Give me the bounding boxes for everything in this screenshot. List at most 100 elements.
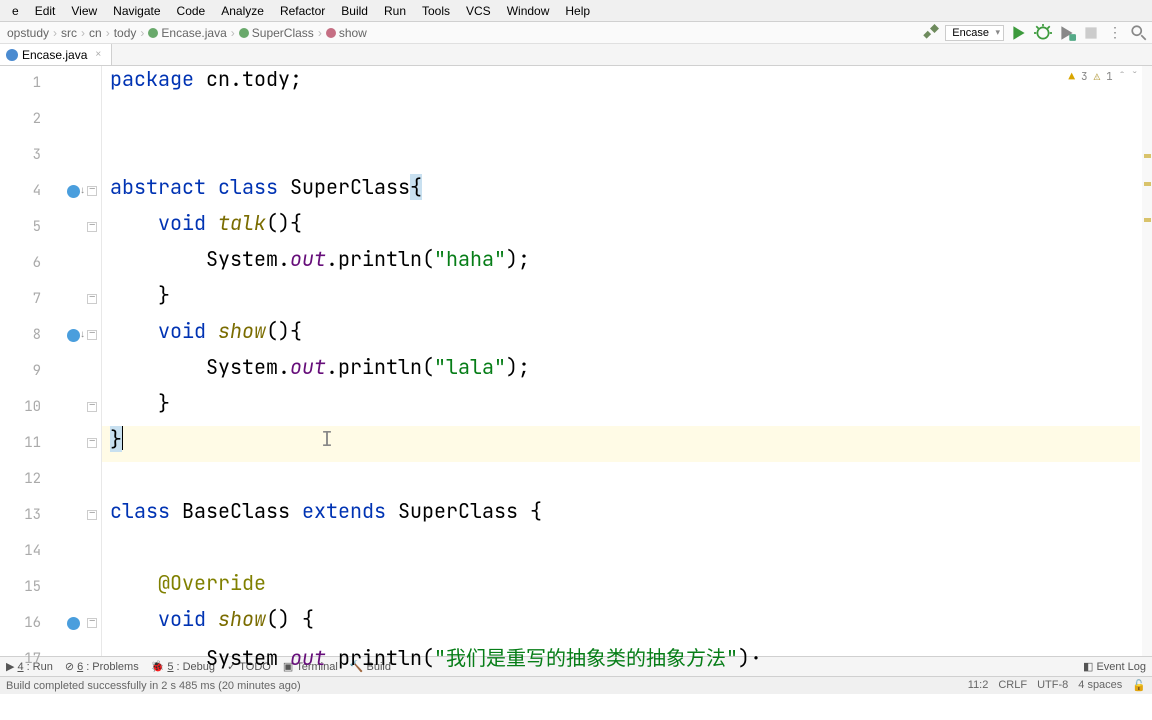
crumb-tody[interactable]: tody [111,26,140,40]
gutter-line[interactable]: 4 [0,174,101,210]
inspection-widget[interactable]: ▲3 ⚠1 ˆ ˇ [1068,70,1138,84]
menu-build[interactable]: Build [333,2,376,20]
status-message: Build completed successfully in 2 s 485 … [6,680,301,692]
crumb-file[interactable]: Encase.java [145,26,229,40]
gutter-line[interactable]: 3 [0,138,101,174]
method-icon [326,28,336,38]
gutter-line[interactable]: 1 [0,66,101,102]
more-icon[interactable]: ⋮ [1106,24,1124,42]
gutter-line[interactable]: 14 [0,534,101,570]
search-icon[interactable] [1130,24,1148,42]
code-line[interactable]: System.out.println("haha"); [110,246,530,282]
gutter-line[interactable]: 7 [0,282,101,318]
fold-toggle-icon[interactable] [87,330,97,340]
navigation-bar: opstudy› src› cn› tody› Encase.java› Sup… [0,22,1152,44]
caret-position[interactable]: 11:2 [968,679,989,692]
gutter-line[interactable]: 6 [0,246,101,282]
close-icon[interactable]: × [95,49,101,60]
gutter-line[interactable]: 17 [0,642,101,678]
weak-warning-icon: ⚠ [1094,70,1101,84]
tool-event-log[interactable]: ◧ Event Log [1083,660,1146,673]
code-line[interactable]: System out println("我们是重写的抽象类的抽象方法")· [110,642,762,678]
tab-encase[interactable]: Encase.java × [0,44,112,65]
menu-vcs[interactable]: VCS [458,2,499,20]
menu-code[interactable]: Code [169,2,214,20]
menu-window[interactable]: Window [499,2,558,20]
gutter-line[interactable]: 5 [0,210,101,246]
editor[interactable]: 1234567891011121314151617 ▲3 ⚠1 ˆ ˇ pack… [0,66,1152,656]
line-number: 7 [11,290,41,308]
line-number: 10 [11,398,41,416]
fold-toggle-icon[interactable] [87,438,97,448]
fold-toggle-icon[interactable] [87,402,97,412]
line-number: 2 [11,110,41,128]
override-gutter-icon[interactable] [67,329,80,342]
code-line[interactable]: void talk(){ [110,210,302,246]
override-gutter-icon[interactable] [67,617,80,630]
gutter-line[interactable]: 10 [0,390,101,426]
code-line[interactable]: abstract class SuperClass{ [110,174,422,210]
fold-toggle-icon[interactable] [87,186,97,196]
gutter-line[interactable]: 8 [0,318,101,354]
override-gutter-icon[interactable] [67,185,80,198]
build-hammer-icon[interactable] [921,24,939,42]
next-highlight-icon[interactable]: ˇ [1131,70,1138,84]
gutter-line[interactable]: 2 [0,102,101,138]
error-stripe[interactable] [1142,66,1152,656]
code-area[interactable]: ▲3 ⚠1 ˆ ˇ package cn.tody; abstract class… [102,66,1152,656]
code-line[interactable]: void show() { [110,606,314,642]
code-line[interactable]: System.out.println("lala"); [110,354,530,390]
gutter-line[interactable]: 13 [0,498,101,534]
menu-file[interactable]: e [4,2,27,20]
run-config-select[interactable]: Encase [945,25,1004,41]
indent-info[interactable]: 4 spaces [1078,679,1122,692]
gutter-line[interactable]: 12 [0,462,101,498]
readonly-lock-icon[interactable]: 🔓 [1132,679,1146,692]
warning-icon: ▲ [1068,70,1075,84]
fold-toggle-icon[interactable] [87,618,97,628]
menu-analyze[interactable]: Analyze [213,2,272,20]
fold-toggle-icon[interactable] [87,294,97,304]
prev-highlight-icon[interactable]: ˆ [1119,70,1126,84]
menu-navigate[interactable]: Navigate [105,2,168,20]
gutter-line[interactable]: 15 [0,570,101,606]
line-number: 8 [11,326,41,344]
line-number: 11 [11,434,41,452]
tab-label: Encase.java [22,48,87,62]
code-line[interactable]: @Override [110,570,266,606]
code-line[interactable]: } [110,282,170,318]
text-cursor [122,426,123,450]
line-number: 16 [11,614,41,632]
fold-toggle-icon[interactable] [87,222,97,232]
line-number: 14 [11,542,41,560]
gutter-line[interactable]: 11 [0,426,101,462]
code-line[interactable]: } [110,390,170,426]
code-line[interactable]: void show(){ [110,318,302,354]
crumb-project[interactable]: opstudy [4,26,52,40]
menu-help[interactable]: Help [557,2,598,20]
menu-run[interactable]: Run [376,2,414,20]
gutter-line[interactable]: 9 [0,354,101,390]
code-line[interactable]: class BaseClass extends SuperClass { [110,498,542,534]
java-file-icon [6,49,18,61]
menu-refactor[interactable]: Refactor [272,2,333,20]
stop-icon[interactable] [1082,24,1100,42]
code-line[interactable]: } I [110,426,333,462]
code-line[interactable]: package cn.tody; [110,66,302,102]
file-encoding[interactable]: UTF-8 [1037,679,1068,692]
menu-view[interactable]: View [63,2,105,20]
crumb-cn[interactable]: cn [86,26,105,40]
run-icon[interactable] [1010,24,1028,42]
fold-toggle-icon[interactable] [87,510,97,520]
crumb-class[interactable]: SuperClass [236,26,317,40]
line-number: 12 [11,470,41,488]
debug-icon[interactable] [1034,24,1052,42]
run-coverage-icon[interactable] [1058,24,1076,42]
menu-edit[interactable]: Edit [27,2,64,20]
line-separator[interactable]: CRLF [998,679,1027,692]
gutter-line[interactable]: 16 [0,606,101,642]
line-number: 1 [11,74,41,92]
menu-tools[interactable]: Tools [414,2,458,20]
crumb-method[interactable]: show [323,26,370,40]
crumb-src[interactable]: src [58,26,80,40]
